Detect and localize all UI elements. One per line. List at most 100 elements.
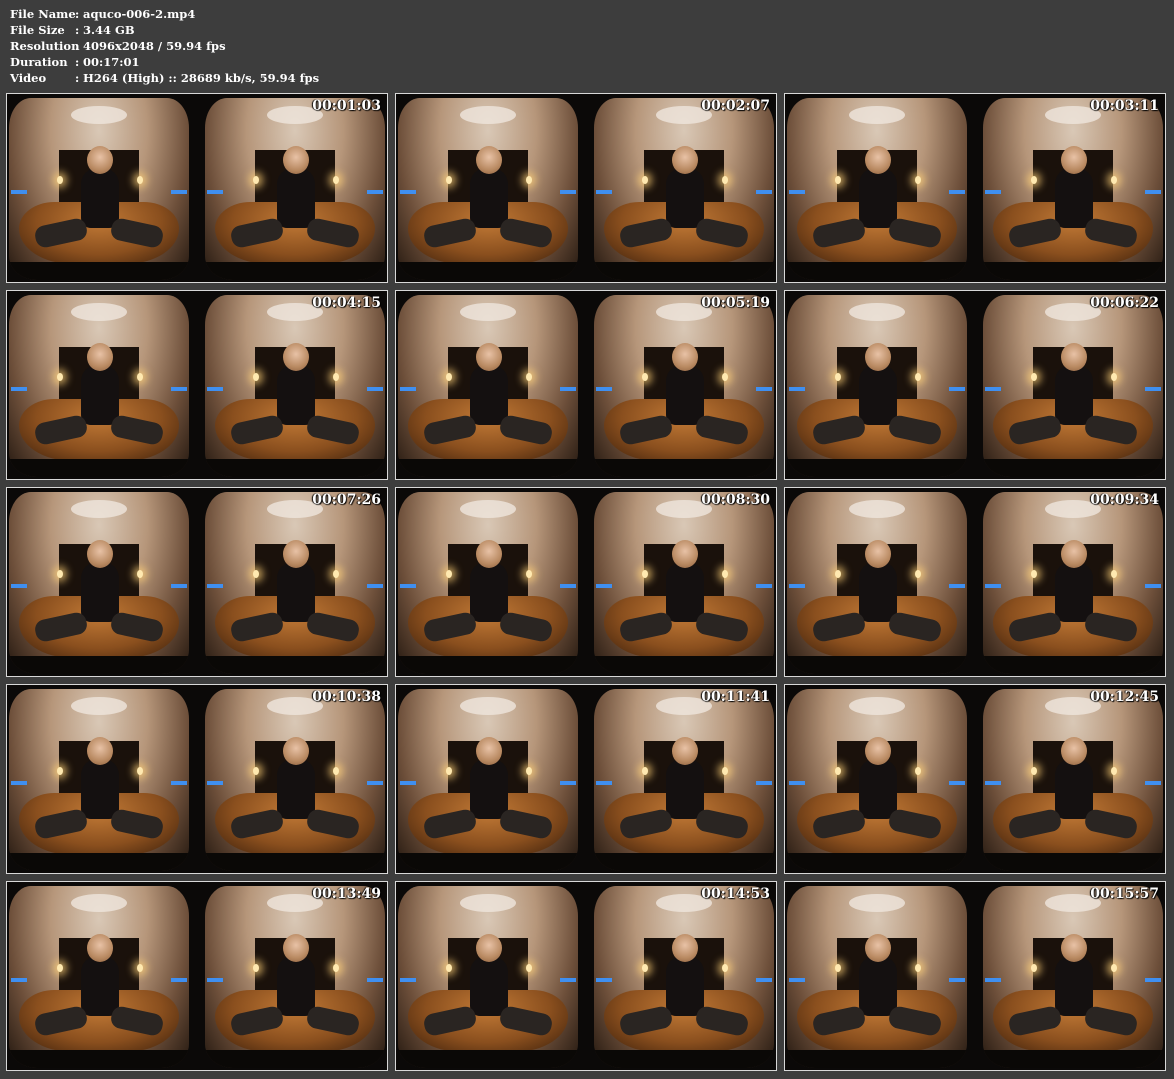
file-size-label: File Size [10, 23, 65, 37]
watermark-logo [596, 781, 612, 785]
watermark-logo [11, 584, 27, 588]
figure-body [1055, 365, 1093, 425]
wall-lamp [526, 964, 532, 972]
figure-head [865, 934, 891, 962]
left-eye-view [787, 886, 967, 1068]
left-eye-view [398, 886, 578, 1068]
watermark-logo [367, 387, 383, 391]
left-eye-view [787, 295, 967, 477]
wall-lamp [835, 570, 841, 578]
right-eye-view [983, 886, 1163, 1068]
figure-head [865, 540, 891, 568]
watermark-logo [789, 190, 805, 194]
wall-lamp [526, 176, 532, 184]
figure-head [87, 146, 113, 174]
figure-body [1055, 168, 1093, 228]
wall-lamp [137, 570, 143, 578]
watermark-logo [367, 978, 383, 982]
wall-lamp [253, 373, 259, 381]
video-value: H264 (High) :: 28689 kb/s, 59.94 fps [83, 71, 320, 85]
floor [983, 262, 1163, 280]
file-info-panel: File Name : aquco-006-2.mp4 File Size : … [10, 6, 319, 86]
watermark-logo [367, 190, 383, 194]
watermark-logo [560, 584, 576, 588]
floor [205, 656, 385, 674]
figure-head [476, 934, 502, 962]
watermark-logo [11, 190, 27, 194]
right-eye-view [983, 492, 1163, 674]
watermark-logo [756, 190, 772, 194]
floor [398, 1050, 578, 1068]
watermark-logo [756, 584, 772, 588]
figure-body [470, 562, 508, 622]
wall-lamp [722, 767, 728, 775]
watermark-logo [1145, 781, 1161, 785]
floor [9, 1050, 189, 1068]
video-thumbnail: 00:13:49 [6, 881, 388, 1071]
ceiling-light [71, 106, 127, 124]
floor [787, 853, 967, 871]
watermark-logo [756, 781, 772, 785]
resolution-value: 4096x2048 / 59.94 fps [83, 39, 226, 53]
figure-head [87, 934, 113, 962]
wall-lamp [1111, 373, 1117, 381]
wall-lamp [333, 176, 339, 184]
watermark-logo [207, 781, 223, 785]
file-name-value: aquco-006-2.mp4 [83, 7, 196, 21]
wall-lamp [526, 767, 532, 775]
watermark-logo [985, 978, 1001, 982]
video-thumbnail: 00:09:34 [784, 487, 1166, 677]
wall-lamp [1031, 964, 1037, 972]
wall-lamp [835, 767, 841, 775]
right-eye-view [594, 492, 774, 674]
right-eye-view [205, 98, 385, 280]
watermark-logo [789, 584, 805, 588]
figure-body [666, 759, 704, 819]
figure-body [859, 365, 897, 425]
watermark-logo [171, 387, 187, 391]
figure-body [81, 759, 119, 819]
watermark-logo [756, 978, 772, 982]
floor [398, 656, 578, 674]
watermark-logo [756, 387, 772, 391]
figure-head [1061, 343, 1087, 371]
thumbnail-timestamp: 00:11:41 [701, 689, 770, 705]
watermark-logo [596, 978, 612, 982]
right-eye-view [205, 689, 385, 871]
right-eye-view [594, 689, 774, 871]
watermark-logo [789, 781, 805, 785]
figure-head [283, 343, 309, 371]
floor [983, 1050, 1163, 1068]
right-eye-view [205, 295, 385, 477]
wall-lamp [57, 570, 63, 578]
wall-lamp [835, 176, 841, 184]
floor [9, 262, 189, 280]
wall-lamp [642, 373, 648, 381]
file-size-value: 3.44 GB [83, 23, 135, 37]
wall-lamp [1031, 767, 1037, 775]
wall-lamp [446, 373, 452, 381]
floor [205, 1050, 385, 1068]
watermark-logo [400, 190, 416, 194]
wall-lamp [915, 176, 921, 184]
figure-head [87, 343, 113, 371]
video-thumbnail: 00:06:22 [784, 290, 1166, 480]
wall-lamp [57, 176, 63, 184]
file-name-label: File Name [10, 7, 76, 21]
watermark-logo [367, 781, 383, 785]
floor [594, 656, 774, 674]
wall-lamp [333, 964, 339, 972]
wall-lamp [333, 570, 339, 578]
right-eye-view [205, 492, 385, 674]
wall-lamp [642, 570, 648, 578]
figure-body [470, 168, 508, 228]
figure-body [859, 168, 897, 228]
left-eye-view [9, 98, 189, 280]
wall-lamp [915, 373, 921, 381]
watermark-logo [1145, 978, 1161, 982]
figure-body [1055, 562, 1093, 622]
figure-head [283, 146, 309, 174]
watermark-logo [207, 584, 223, 588]
ceiling-light [849, 894, 905, 912]
wall-lamp [253, 964, 259, 972]
